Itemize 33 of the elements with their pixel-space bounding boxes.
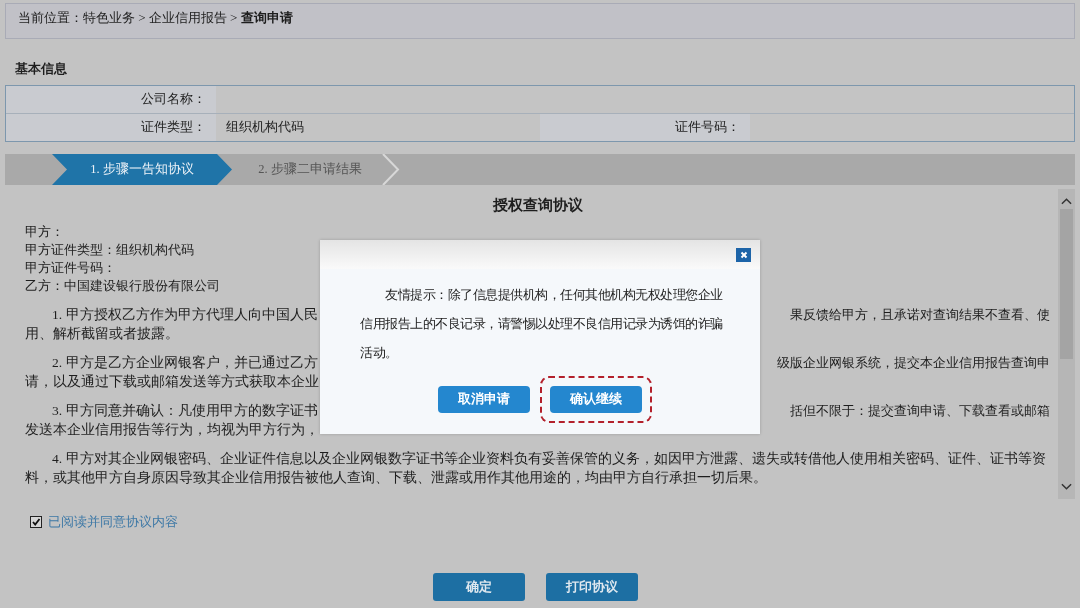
dialog-button[interactable]: 确认继续 bbox=[550, 386, 642, 413]
table-label: 证件号码： bbox=[540, 114, 750, 141]
party-line: 乙方：中国建设银行股份有限公司 bbox=[25, 277, 220, 295]
agreement-text: 请，以及通过下载或邮箱发送等方式获取本企业 bbox=[25, 373, 319, 391]
section-title: 基本信息 bbox=[15, 61, 68, 78]
table-label: 证件类型： bbox=[6, 114, 216, 141]
action-button[interactable]: 确定 bbox=[432, 573, 525, 601]
agreement-text: 1. 甲方授权乙方作为甲方代理人向中国人民 bbox=[51, 306, 318, 324]
agreement-text: 用、解析截留或者披露。 bbox=[25, 325, 179, 343]
action-button[interactable]: 打印协议 bbox=[545, 573, 638, 601]
agreement-text: 括但不限于：提交查询申请、下载查看或邮箱 bbox=[790, 402, 1050, 420]
agreement-text: 3. 甲方同意并确认：凡使用甲方的数字证书 bbox=[51, 402, 318, 420]
scrollbar[interactable] bbox=[1058, 189, 1075, 499]
agreement-title: 授权查询协议 bbox=[491, 196, 584, 215]
table-label: 公司名称： bbox=[6, 86, 216, 113]
chevron-icon bbox=[382, 154, 400, 185]
party-line: 甲方证件类型：组织机构代码 bbox=[25, 241, 194, 259]
party-line: 甲方： bbox=[25, 223, 64, 241]
agreement-text: 发送本企业信用报告等行为，均视为甲方行为， bbox=[25, 421, 319, 439]
party-line: 甲方证件号码： bbox=[25, 259, 116, 277]
step-tab[interactable]: 1. 步骤一告知协议 bbox=[52, 154, 232, 185]
scroll-up-icon[interactable] bbox=[1061, 197, 1072, 205]
close-icon[interactable] bbox=[736, 247, 751, 262]
dialog-button[interactable]: 取消申请 bbox=[438, 386, 530, 413]
agreement-text: 2. 甲方是乙方企业网银客户，并已通过乙方 bbox=[51, 354, 318, 372]
dialog-message: 友情提示：除了信息提供机构，任何其他机构无权处理您企业信用报告上的不良记录，请警惕以处理不良信用记录为诱饵的诈骗活动。 bbox=[359, 287, 724, 362]
agreement-paragraph: 4. 甲方对其企业网银密码、企业证件信息以及企业网银数字证书等企业资料负有妥善保管的义务，如因甲方泄露、遗失或转借他人使用相关密码、证件、证书等资料，或其他甲方自身原因导致其企业信用报告被他人查询、下载、泄露或用作其他用途的，均由甲方自行承担一切后果。 bbox=[25, 450, 1047, 487]
agreement-text: 级版企业网银系统，提交本企业信用报告查询申 bbox=[777, 354, 1050, 372]
breadcrumb: 当前位置：特色业务 > 企业信用报告 > 查询申请 bbox=[18, 10, 293, 25]
checkbox[interactable] bbox=[30, 516, 42, 528]
agreement-text: 果反馈给甲方，且承诺对查询结果不查看、使 bbox=[790, 306, 1050, 324]
consent-link[interactable]: 已阅读并同意协议内容 bbox=[48, 513, 178, 531]
scroll-down-icon[interactable] bbox=[1061, 483, 1072, 491]
